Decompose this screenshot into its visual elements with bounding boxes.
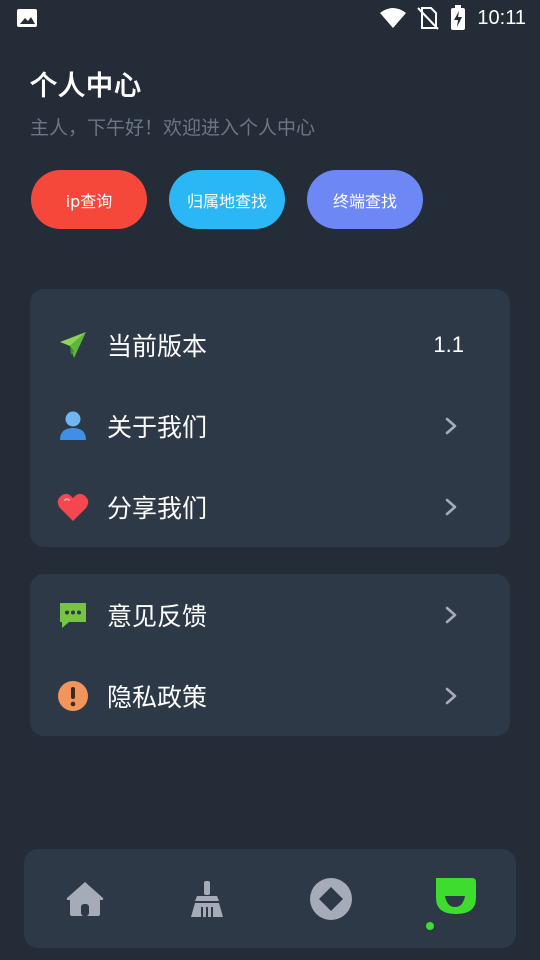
- warning-icon: [56, 679, 90, 713]
- row-about-us[interactable]: 关于我们: [30, 385, 510, 466]
- bottom-nav: [24, 849, 516, 948]
- active-indicator-dot: [426, 922, 434, 930]
- status-icons: 10:11: [379, 4, 526, 32]
- ip-query-button[interactable]: ip查询: [31, 170, 147, 229]
- nav-discover[interactable]: [286, 849, 376, 948]
- broom-icon: [191, 880, 223, 917]
- region-lookup-button[interactable]: 归属地查找: [169, 170, 285, 229]
- version-value: 1.1: [433, 331, 464, 357]
- terminal-lookup-button[interactable]: 终端查找: [307, 170, 423, 229]
- chevron-right-icon: [445, 606, 457, 623]
- row-label: 关于我们: [107, 412, 208, 442]
- info-card: 当前版本 1.1 关于我们 分享我们: [30, 289, 510, 547]
- row-label: 隐私政策: [107, 682, 208, 712]
- chevron-right-icon: [445, 687, 457, 704]
- row-feedback[interactable]: 意见反馈: [30, 574, 510, 655]
- nav-clean[interactable]: [162, 849, 252, 948]
- wifi-icon: [380, 8, 407, 28]
- row-privacy-policy[interactable]: 隐私政策: [30, 655, 510, 736]
- row-label: 意见反馈: [107, 601, 208, 631]
- row-current-version[interactable]: 当前版本 1.1: [30, 304, 510, 385]
- user-icon: [56, 409, 90, 443]
- row-label: 分享我们: [107, 493, 208, 523]
- page-title: 个人中心: [30, 71, 142, 102]
- chevron-right-icon: [445, 498, 457, 515]
- heart-icon: [56, 490, 90, 524]
- region-lookup-label: 归属地查找: [186, 191, 267, 211]
- status-time: 10:11: [477, 6, 526, 29]
- terminal-lookup-label: 终端查找: [332, 191, 397, 211]
- home-icon: [66, 881, 104, 916]
- nav-home[interactable]: [40, 849, 130, 948]
- no-sim-icon: [417, 7, 440, 30]
- row-label: 当前版本: [107, 331, 208, 361]
- ip-query-label: ip查询: [65, 191, 113, 211]
- row-share-us[interactable]: 分享我们: [30, 466, 510, 547]
- chevron-right-icon: [445, 417, 457, 434]
- nav-profile[interactable]: [410, 849, 500, 948]
- page-subtitle: 主人，下午好！欢迎进入个人中心: [30, 117, 316, 139]
- diamond-icon: [310, 877, 352, 920]
- support-card: 意见反馈 隐私政策: [30, 574, 510, 736]
- image-icon: [17, 9, 37, 27]
- paper-plane-icon: [56, 328, 90, 362]
- chat-bubble-icon: [56, 598, 90, 632]
- profile-icon: [436, 877, 476, 914]
- battery-charging-icon: [451, 5, 466, 30]
- status-bar: 10:11: [0, 0, 540, 36]
